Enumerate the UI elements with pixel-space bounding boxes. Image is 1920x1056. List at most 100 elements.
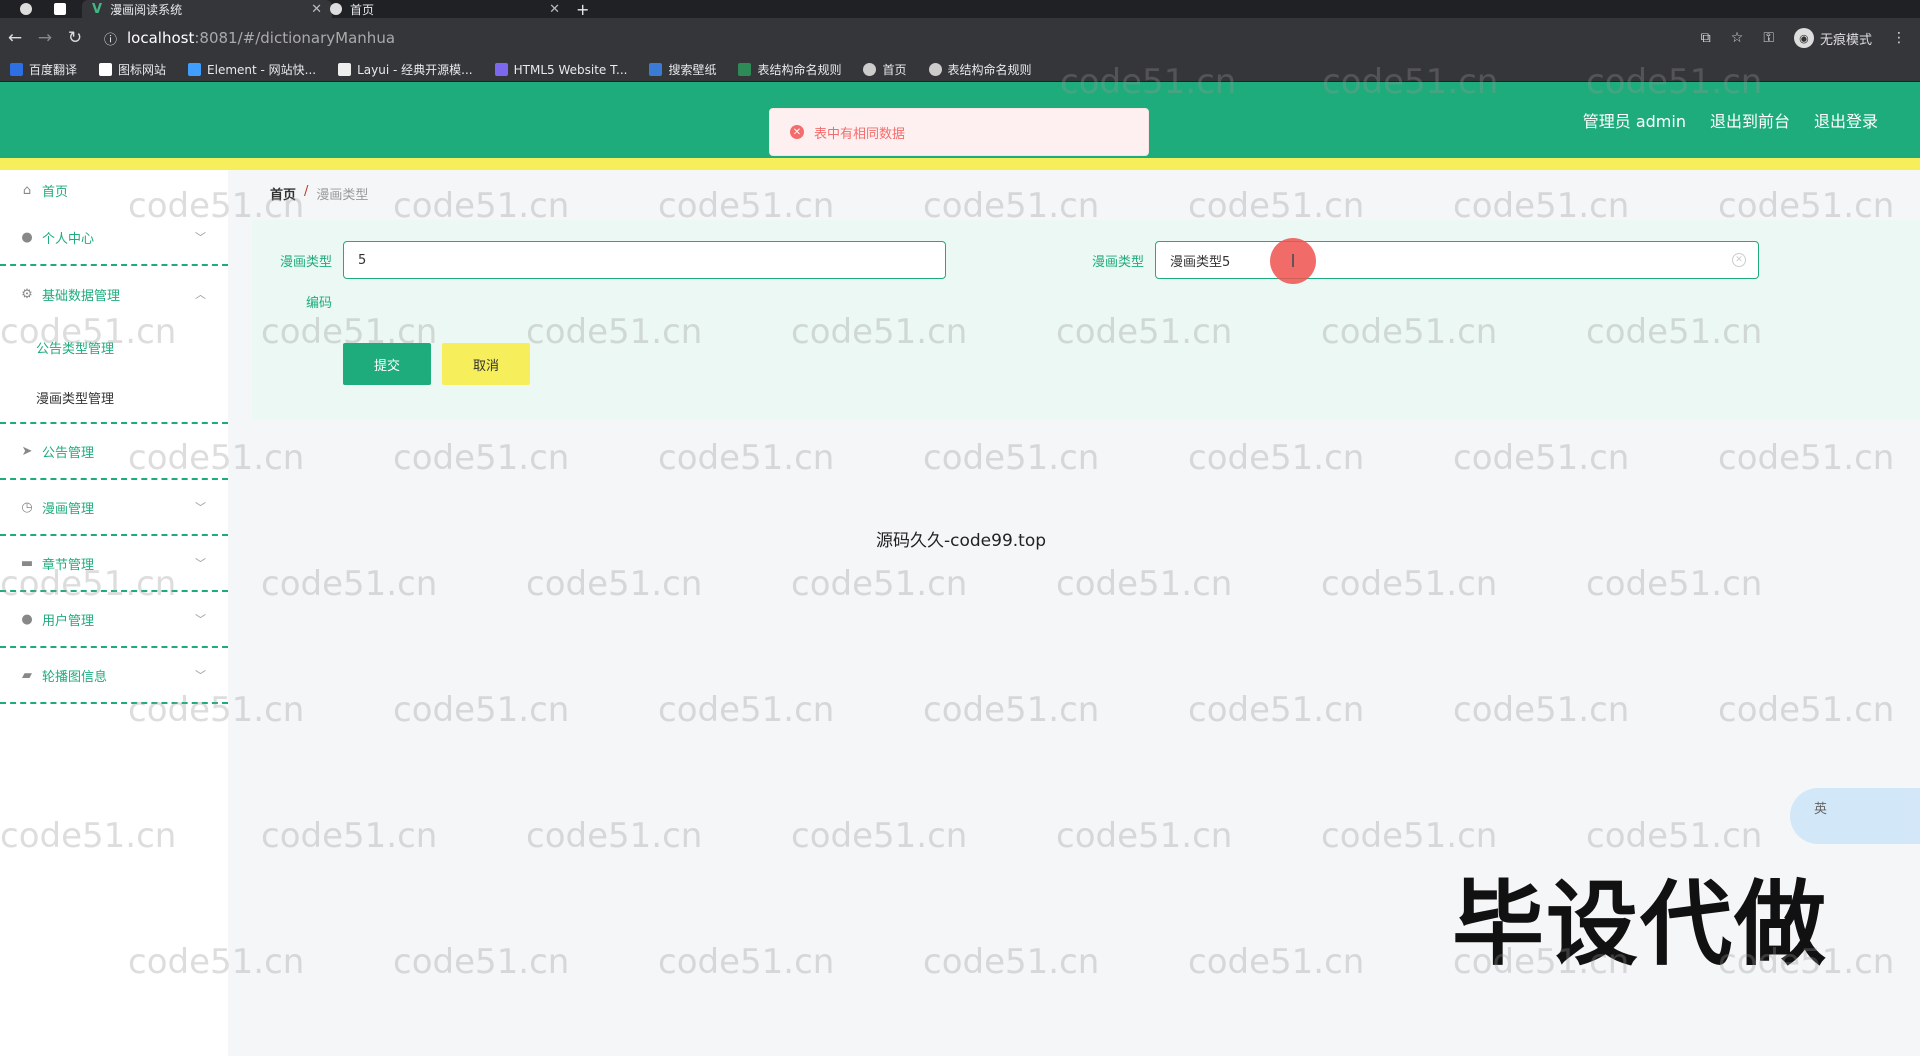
image-icon: ▰ <box>22 667 32 683</box>
watermark-text: code51.cn <box>1188 942 1365 982</box>
watermark-text: code51.cn <box>1188 690 1365 730</box>
bookmark-item[interactable]: 图标网站 <box>99 61 166 78</box>
sidebar-item-notice-type[interactable]: 公告类型管理 <box>0 322 228 372</box>
watermark-text: code51.cn <box>393 942 570 982</box>
bookmark-item[interactable]: 表结构命名规则 <box>738 61 841 78</box>
watermark-text: code51.cn <box>526 816 703 856</box>
toast-message: 表中有相同数据 <box>814 126 906 142</box>
sidebar-item-label: 轮播图信息 <box>42 669 108 685</box>
sidebar-item-label: 首页 <box>42 184 69 200</box>
send-icon: ➤ <box>21 443 33 459</box>
sidebar-item-manhua-type[interactable]: 漫画类型管理 <box>0 372 228 422</box>
watermark-text: code51.cn <box>1453 690 1630 730</box>
chevron-down-icon: ﹀ <box>195 557 206 570</box>
ime-label: 英 <box>1814 802 1828 817</box>
sidebar-item-users[interactable]: ● 用户管理 ﹀ <box>0 592 228 648</box>
chevron-down-icon: ﹀ <box>195 669 206 682</box>
forward-icon[interactable]: → <box>30 28 60 48</box>
sidebar-item-label: 漫画管理 <box>42 501 95 517</box>
user-icon: ● <box>21 611 33 627</box>
type-code-input[interactable]: 5 <box>343 241 946 279</box>
sidebar-item-label: 基础数据管理 <box>42 288 121 304</box>
watermark-text: code51.cn <box>791 564 968 604</box>
new-tab-button[interactable]: + <box>566 0 606 19</box>
code-field-label: 漫画类型 <box>279 255 332 270</box>
globe-icon <box>330 3 342 15</box>
incognito-icon: ◉ <box>1793 28 1814 48</box>
table-icon <box>738 63 752 76</box>
submit-button[interactable]: 提交 <box>343 343 431 385</box>
logout-link[interactable]: 退出登录 <box>1814 108 1878 132</box>
header-accent-strip <box>0 158 1920 170</box>
watermark-text: code51.cn <box>261 816 438 856</box>
bookmark-item[interactable]: HTML5 Website T... <box>494 63 627 77</box>
info-icon: ⓘ <box>104 32 118 48</box>
breadcrumb-home[interactable]: 首页 <box>270 184 296 203</box>
translate-icon[interactable]: ⧉ <box>1701 30 1711 46</box>
bookmark-item[interactable]: Layui - 经典开源模... <box>338 61 473 78</box>
tab-home[interactable]: 首页 ✕ <box>320 0 570 18</box>
more-menu-icon[interactable]: ⋮ <box>1892 30 1906 46</box>
user-icon: ● <box>21 229 33 245</box>
watermark-text: code51.cn <box>1188 438 1365 478</box>
gear-icon: ⚙ <box>21 286 33 302</box>
tab-manhua-system[interactable]: V 漫画阅读系统 ✕ <box>82 0 332 18</box>
type-name-input[interactable]: 漫画类型5 ✕ <box>1155 241 1759 279</box>
watermark-text: code51.cn <box>526 564 703 604</box>
reload-icon[interactable]: ↻ <box>60 28 90 48</box>
exit-to-front-link[interactable]: 退出到前台 <box>1710 108 1790 132</box>
type-name-value: 漫画类型5 <box>1170 254 1231 270</box>
watermark-text: code51.cn <box>1056 564 1233 604</box>
watermark-text: code51.cn <box>923 690 1100 730</box>
chevron-down-icon: ﹀ <box>195 231 206 244</box>
address-bar-row: ← → ↻ ⓘ localhost:8081/#/dictionaryManhu… <box>0 18 1920 58</box>
incognito-badge[interactable]: ◉ 无痕模式 <box>1793 28 1872 48</box>
url-path: :8081/#/dictionaryManhua <box>194 29 396 47</box>
chevron-down-icon: ﹀ <box>195 613 206 626</box>
bookmark-item[interactable]: 首页 <box>863 61 907 78</box>
watermark-text: code51.cn <box>791 816 968 856</box>
bookmark-item[interactable]: 百度翻译 <box>10 61 77 78</box>
breadcrumb: 首页 / 漫画类型 <box>270 184 368 203</box>
back-icon[interactable]: ← <box>0 28 30 48</box>
sidebar-item-carousel[interactable]: ▰ 轮播图信息 ﹀ <box>0 648 228 704</box>
incognito-label: 无痕模式 <box>1819 32 1872 48</box>
watermark-text: code51.cn <box>923 942 1100 982</box>
watermark-text: code51.cn <box>1586 564 1763 604</box>
bookmark-item[interactable]: 表结构命名规则 <box>928 61 1032 78</box>
wallpaper-icon <box>649 63 663 76</box>
type-code-value: 5 <box>358 252 367 268</box>
html5-icon <box>494 63 508 76</box>
watermark-text: code51.cn <box>393 438 570 478</box>
browser-tab-bar: V 漫画阅读系统 ✕ 首页 ✕ + <box>0 0 1920 19</box>
tab-title: 漫画阅读系统 <box>110 2 183 17</box>
admin-label: 管理员 admin <box>1582 112 1686 131</box>
error-toast: ✕ 表中有相同数据 <box>769 108 1149 156</box>
key-icon[interactable]: ⚿ <box>1763 30 1774 46</box>
sidebar-item-notice[interactable]: ➤ 公告管理 <box>0 424 228 480</box>
globe-icon <box>863 63 877 76</box>
clear-input-icon[interactable]: ✕ <box>1732 253 1746 267</box>
watermark-text: code51.cn <box>1718 438 1895 478</box>
sidebar-item-chapter[interactable]: ▬ 章节管理 ﹀ <box>0 536 228 592</box>
clock-icon: ◷ <box>21 499 33 515</box>
bookmark-item[interactable]: Element - 网站快... <box>188 61 316 78</box>
tab-search-icon[interactable] <box>44 0 84 18</box>
watermark-text: code51.cn <box>261 564 438 604</box>
sidebar-item-home[interactable]: ⌂ 首页 <box>0 170 228 210</box>
sidebar-item-label: 公告管理 <box>42 445 95 461</box>
sidebar-item-manhua[interactable]: ◷ 漫画管理 ﹀ <box>0 480 228 536</box>
close-tab-icon[interactable]: ✕ <box>549 2 560 17</box>
source-site-caption: 源码久久-code99.top <box>876 531 1047 551</box>
cancel-button[interactable]: 取消 <box>442 343 530 385</box>
watermark-text: code51.cn <box>658 942 835 982</box>
sidebar-item-label: 用户管理 <box>42 613 95 629</box>
ime-widget[interactable]: 英 <box>1790 788 1920 844</box>
star-icon[interactable]: ☆ <box>1731 30 1744 46</box>
chevron-up-icon: ︿ <box>195 288 206 301</box>
breadcrumb-current: 漫画类型 <box>316 188 369 203</box>
url-field[interactable]: ⓘ localhost:8081/#/dictionaryManhua <box>104 29 395 48</box>
bookmark-item[interactable]: 搜索壁纸 <box>649 61 716 78</box>
sidebar-item-basic-data[interactable]: ⚙ 基础数据管理 ︿ <box>0 266 228 322</box>
sidebar-item-profile[interactable]: ● 个人中心 ﹀ <box>0 210 228 266</box>
